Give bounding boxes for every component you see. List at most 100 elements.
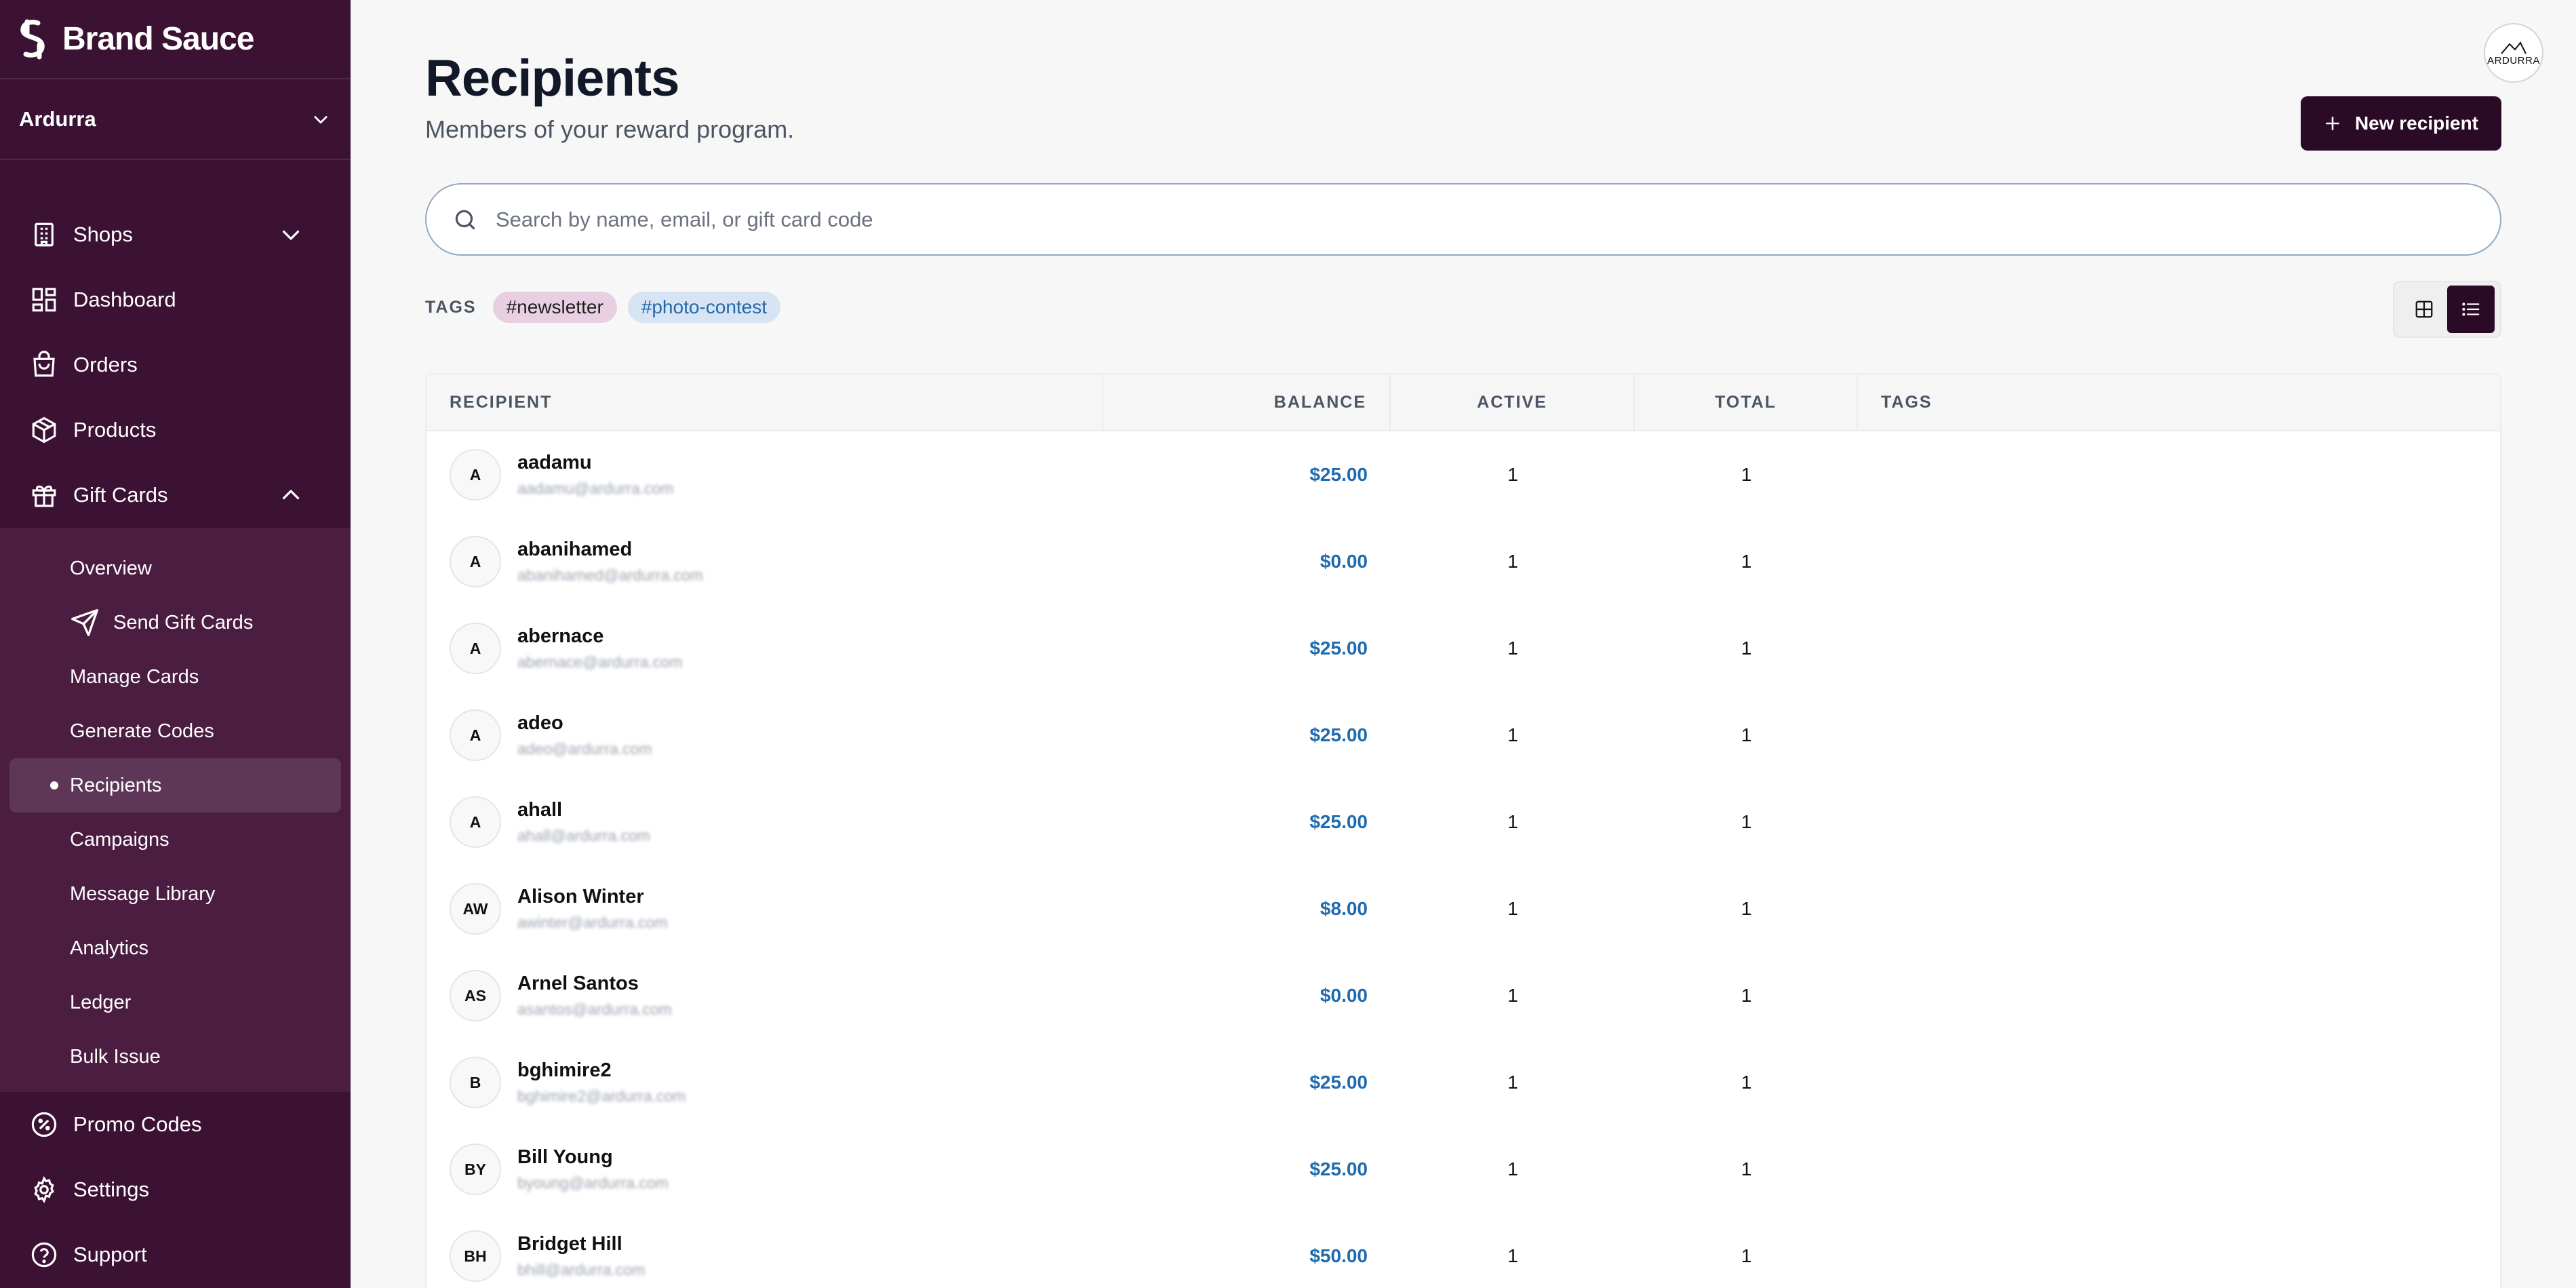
search-icon [455,210,475,229]
avatar: A [450,623,501,674]
active-cell: 1 [1507,464,1518,485]
recipient-name: abanihamed [517,539,633,560]
tags-cell [1858,1213,2500,1288]
recipient-name: aadamu [517,452,592,473]
sidebar: Brand Sauce Ardurra Shops Dashboard Orde… [0,0,351,1288]
submenu-item-label: Recipients [70,774,162,796]
tags-cell [1858,692,2500,779]
submenu-item-label: Message Library [70,882,216,905]
table-row[interactable]: BY Bill Young byoung@ardurra.com $25.00 … [427,1126,2500,1213]
total-cell: 1 [1741,1245,1752,1266]
table-row[interactable]: A adeo adeo@ardurra.com $25.00 1 1 [427,692,2500,779]
submenu-item-overview[interactable]: Overview [9,541,341,596]
tag-newsletter[interactable]: #newsletter [492,292,617,323]
total-cell: 1 [1741,464,1752,485]
table-row[interactable]: A ahall ahall@ardurra.com $25.00 1 1 [427,779,2500,865]
balance-cell: $25.00 [1309,1072,1368,1093]
list-icon [2462,303,2480,316]
table-row[interactable]: B bghimire2 bghimire2@ardurra.com $25.00… [427,1039,2500,1126]
submenu-item-manage-cards[interactable]: Manage Cards [9,650,341,704]
recipient-name: Arnel Santos [517,973,639,994]
workspace-switcher[interactable]: Ardurra [0,79,351,160]
recipient-name: adeo [517,712,563,734]
avatar: B [450,1057,501,1108]
tags-label: TAGS [425,297,477,317]
total-cell: 1 [1741,811,1752,832]
sidebar-item-orders[interactable]: Orders [0,332,351,397]
sidebar-item-dashboard[interactable]: Dashboard [0,267,351,332]
recipient-cell: A ahall ahall@ardurra.com [427,779,1103,865]
sidebar-item-promo-codes[interactable]: Promo Codes [0,1092,351,1157]
submenu-item-analytics[interactable]: Analytics [9,921,341,975]
recipient-cell: A abanihamed abanihamed@ardurra.com [427,518,1103,605]
brand-header: Brand Sauce [0,0,351,79]
table-row[interactable]: AW Alison Winter awinter@ardurra.com $8.… [427,865,2500,952]
submenu-item-label: Ledger [70,991,132,1013]
submenu-item-ledger[interactable]: Ledger [9,975,341,1030]
recipient-email: awinter@ardurra.com [517,914,668,931]
recipient-email: abernace@ardurra.com [517,653,683,671]
main-content: ARDURRA Recipients Members of your rewar… [351,0,2576,1288]
recipient-info: abanihamed abanihamed@ardurra.com [517,539,703,585]
avatar: A [450,709,501,761]
recipient-info: abernace abernace@ardurra.com [517,625,682,671]
total-cell: 1 [1741,724,1752,745]
submenu-item-message-library[interactable]: Message Library [9,867,341,921]
balance-cell: $50.00 [1309,1245,1368,1266]
tags-cell [1858,779,2500,865]
submenu-item-send-gift-cards[interactable]: Send Gift Cards [9,596,341,650]
avatar-text: ARDURRA [2487,54,2540,66]
balance-cell: $0.00 [1320,985,1368,1006]
sidebar-nav: Shops Dashboard Orders Products Gift Car… [0,160,351,1287]
recipient-email: bghimire2@ardurra.com [517,1087,686,1105]
balance-cell: $0.00 [1320,551,1368,572]
recipient-cell: B bghimire2 bghimire2@ardurra.com [427,1039,1103,1126]
sidebar-item-support[interactable]: Support [0,1222,351,1287]
column-header-active[interactable]: ACTIVE [1391,374,1635,430]
sidebar-item-products[interactable]: Products [0,397,351,463]
account-avatar[interactable]: ARDURRA [2484,23,2543,83]
recipient-cell: A adeo adeo@ardurra.com [427,692,1103,779]
column-header-total[interactable]: TOTAL [1635,374,1858,430]
new-recipient-button[interactable]: New recipient [2300,96,2501,151]
list-view-button[interactable] [2447,286,2495,333]
total-cell: 1 [1741,638,1752,659]
submenu-item-label: Send Gift Cards [113,611,254,633]
active-cell: 1 [1507,724,1518,745]
sidebar-item-shops[interactable]: Shops [0,202,351,267]
submenu-item-label: Overview [70,557,152,579]
table-row[interactable]: A abernace abernace@ardurra.com $25.00 1… [427,605,2500,692]
recipient-email: ahall@ardurra.com [517,827,650,844]
total-cell: 1 [1741,985,1752,1006]
percent-badge-icon [31,1112,57,1137]
table-row[interactable]: A abanihamed abanihamed@ardurra.com $0.0… [427,518,2500,605]
table-row[interactable]: AS Arnel Santos asantos@ardurra.com $0.0… [427,952,2500,1039]
recipient-cell: BH Bridget Hill bhill@ardurra.com [427,1213,1103,1288]
submenu-item-generate-codes[interactable]: Generate Codes [9,704,341,758]
sidebar-item-settings[interactable]: Settings [0,1157,351,1222]
tags-cell [1858,605,2500,692]
column-header-balance[interactable]: BALANCE [1103,374,1391,430]
balance-cell: $25.00 [1309,724,1368,745]
tags-cell [1858,518,2500,605]
recipient-name: Alison Winter [517,886,644,908]
column-header-recipient[interactable]: RECIPIENT [427,374,1103,430]
sidebar-item-gift-cards[interactable]: Gift Cards [0,463,351,528]
recipient-cell: BY Bill Young byoung@ardurra.com [427,1126,1103,1213]
recipient-email: bhill@ardurra.com [517,1261,646,1279]
submenu-item-label: Manage Cards [70,665,199,688]
submenu-item-campaigns[interactable]: Campaigns [9,813,341,867]
submenu-item-recipients[interactable]: Recipients [9,758,341,813]
table-row[interactable]: A aadamu aadamu@ardurra.com $25.00 1 1 [427,431,2500,518]
submenu-item-bulk-issue[interactable]: Bulk Issue [9,1030,341,1084]
box-icon [32,416,56,444]
recipient-name: abernace [517,625,604,647]
recipient-info: adeo adeo@ardurra.com [517,712,652,758]
submenu-item-label: Campaigns [70,828,170,851]
tag-photo-contest[interactable]: #photo-contest [627,292,781,323]
recipient-email: asantos@ardurra.com [517,1000,672,1018]
table-row[interactable]: BH Bridget Hill bhill@ardurra.com $50.00… [427,1213,2500,1288]
search-input[interactable] [496,207,2500,232]
plus-icon [2325,117,2339,130]
grid-view-button[interactable] [2408,286,2440,333]
